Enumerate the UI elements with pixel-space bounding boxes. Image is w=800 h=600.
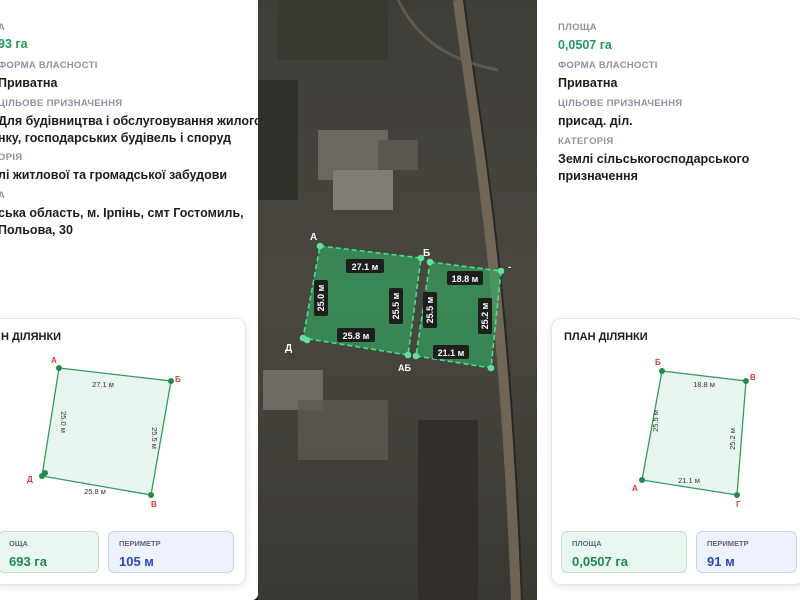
- map-p2-top-text: 18.8 м: [452, 274, 479, 284]
- left-category-label: ОРІЯ: [0, 152, 23, 163]
- left-plan-diagram: А Б В Д 27.1 м 25.8 м 25.0 м 25.5 м: [27, 356, 181, 509]
- left-purpose-value: Для будівництва і обслуговування жилого …: [0, 114, 258, 145]
- map-vertex-label-d: Д: [285, 343, 292, 354]
- right-area-value: 0,0507 га: [558, 38, 612, 52]
- right-plan-vertex-v: [743, 378, 749, 384]
- left-plan-vertex-a-label: А: [51, 356, 57, 365]
- left-plan-title: Н ДІЛЯНКИ: [1, 331, 62, 343]
- right-ownership-field: ФОРМА ВЛАСНОСТІ Приватна: [558, 60, 658, 92]
- right-plan-vertex-a-label: А: [632, 484, 638, 493]
- left-category-value: лі житлової та громадської забудови: [0, 168, 228, 182]
- left-plan-vertex-d2: [42, 470, 48, 476]
- map-vertex-p1-d2[interactable]: [303, 336, 311, 344]
- right-plan-vertex-b: [659, 368, 665, 374]
- map-vertex-label-a: А: [310, 232, 317, 243]
- map-vertex-label-b: Б: [423, 248, 430, 259]
- left-ownership-label: ФОРМА ВЛАСНОСТІ: [0, 60, 98, 71]
- right-plan-vertex-v-label: В: [750, 373, 756, 382]
- right-area-field: ПЛОЩА 0,0507 га: [558, 22, 612, 54]
- left-plan-side-top: 27.1 м: [92, 380, 114, 389]
- left-ownership-field: ФОРМА ВЛАСНОСТІ Приватна: [0, 60, 98, 92]
- right-plan-side-right: 25.2 м: [728, 428, 737, 450]
- left-address-field: А ська область, м. Ірпінь, смт Гостомиль…: [0, 190, 244, 239]
- right-purpose-value: присад. діл.: [558, 114, 633, 128]
- satellite-map[interactable]: 27.1 м 25.8 м 25.0 м 25.5 м 18.8 м 21.1 …: [258, 0, 537, 600]
- left-plan-side-left: 25.0 м: [59, 411, 68, 433]
- map-vertex-p2-b[interactable]: [426, 258, 434, 266]
- right-area-stat: ПЛОЩА 0,0507 га: [561, 531, 687, 573]
- left-address-value: ська область, м. Ірпінь, смт Гостомиль, …: [0, 206, 244, 237]
- left-plan-vertex-v-label: В: [151, 500, 157, 509]
- map-trees-west: [258, 80, 298, 200]
- map-p1-bottom-text: 25.8 м: [343, 331, 370, 341]
- map-p1-top-text: 27.1 м: [352, 262, 379, 272]
- left-area-label: А: [0, 22, 6, 33]
- map-vertex-p2-a[interactable]: [412, 352, 420, 360]
- left-area-field: А 93 га: [0, 22, 28, 53]
- map-p2-right-text: 25.2 м: [480, 302, 490, 329]
- right-area-stat-label: ПЛОЩА: [572, 539, 602, 548]
- map-vertex-p2-v[interactable]: [497, 267, 505, 275]
- left-ownership-value: Приватна: [0, 76, 58, 90]
- right-plan-side-bottom: 21.1 м: [678, 476, 700, 485]
- right-perimeter-stat-label: ПЕРИМЕТР: [707, 539, 749, 548]
- right-category-value: Землі сільськогосподарського призначення: [558, 152, 750, 183]
- right-area-stat-value: 0,0507 га: [572, 554, 629, 569]
- right-ownership-value: Приватна: [558, 76, 618, 90]
- left-area-stat: ОЩА 693 га: [0, 531, 99, 573]
- map-p2-left-text: 25.5 м: [425, 296, 435, 323]
- map-building-2: [333, 170, 393, 210]
- right-plan-side-top: 18.8 м: [693, 380, 715, 389]
- map-vertex-label-ab: АБ: [398, 363, 411, 373]
- left-plan-vertex-d-label: Д: [27, 475, 33, 484]
- left-plan-side-bottom: 25.8 м: [84, 487, 106, 496]
- map-vertex-label-dash: -: [508, 262, 511, 273]
- left-plan-vertex-b: [168, 378, 174, 384]
- right-ownership-label: ФОРМА ВЛАСНОСТІ: [558, 60, 658, 71]
- left-perimeter-stat: ПЕРИМЕТР 105 м: [108, 531, 234, 573]
- left-category-field: ОРІЯ лі житлової та громадської забудови: [0, 152, 227, 184]
- left-perimeter-stat-value: 105 м: [119, 554, 154, 569]
- map-vertex-p1-v[interactable]: [404, 351, 412, 359]
- right-perimeter-stat: ПЕРИМЕТР 91 м: [696, 531, 797, 573]
- left-plan-vertex-a: [56, 365, 62, 371]
- right-plan-vertex-g: [734, 492, 740, 498]
- map-trees-south: [418, 420, 478, 600]
- left-address-label: А: [0, 190, 6, 201]
- right-area-label: ПЛОЩА: [558, 22, 597, 33]
- map-p1-right-text: 25.5 м: [391, 292, 401, 319]
- left-purpose-label: ЦІЛЬОВЕ ПРИЗНАЧЕННЯ: [0, 98, 123, 109]
- right-category-label: КАТЕГОРІЯ: [558, 136, 614, 147]
- right-parcel-panel: ПЛОЩА 0,0507 га ФОРМА ВЛАСНОСТІ Приватна…: [537, 0, 800, 600]
- right-plan-card: ПЛАН ДІЛЯНКИ Б В Г А 18.8 м 21.1 м 25.5 …: [551, 318, 800, 585]
- right-plan-vertex-b-label: Б: [655, 358, 661, 367]
- left-area-stat-label: ОЩА: [9, 539, 28, 548]
- right-plan-side-left: 25.5 м: [651, 410, 660, 432]
- left-parcel-panel: А 93 га ФОРМА ВЛАСНОСТІ Приватна ЦІЛЬОВЕ…: [0, 0, 258, 600]
- right-plan-vertex-g-label: Г: [736, 500, 741, 509]
- map-vertex-p1-a[interactable]: [316, 242, 324, 250]
- map-vertex-p2-g[interactable]: [487, 364, 495, 372]
- right-purpose-field: ЦІЛЬОВЕ ПРИЗНАЧЕННЯ присад. діл.: [558, 98, 682, 130]
- left-plan-side-right: 25.5 м: [150, 427, 159, 449]
- map-building-3: [378, 140, 418, 170]
- map-p1-left-text: 25.0 м: [316, 284, 326, 311]
- left-plan-vertex-b-label: Б: [175, 375, 181, 384]
- left-area-stat-value: 693 га: [9, 554, 47, 569]
- right-perimeter-stat-value: 91 м: [707, 554, 735, 569]
- right-plan-title: ПЛАН ДІЛЯНКИ: [564, 331, 648, 343]
- left-plan-vertex-v: [148, 492, 154, 498]
- map-trees-north: [278, 0, 388, 60]
- map-p2-bottom-text: 21.1 м: [438, 348, 465, 358]
- satellite-map-svg[interactable]: 27.1 м 25.8 м 25.0 м 25.5 м 18.8 м 21.1 …: [258, 0, 537, 600]
- map-yard: [298, 400, 388, 460]
- left-plan-card: Н ДІЛЯНКИ А Б В Д 27.1 м 25.8 м 25.0 м 2…: [0, 318, 246, 585]
- right-plan-diagram: Б В Г А 18.8 м 21.1 м 25.5 м 25.2 м: [632, 358, 756, 509]
- left-purpose-field: ЦІЛЬОВЕ ПРИЗНАЧЕННЯ Для будівництва і об…: [0, 98, 258, 147]
- right-purpose-label: ЦІЛЬОВЕ ПРИЗНАЧЕННЯ: [558, 98, 683, 109]
- right-category-field: КАТЕГОРІЯ Землі сільськогосподарського п…: [558, 136, 749, 185]
- right-plan-vertex-a: [639, 477, 645, 483]
- left-perimeter-stat-label: ПЕРИМЕТР: [119, 539, 161, 548]
- left-area-value: 93 га: [0, 37, 28, 51]
